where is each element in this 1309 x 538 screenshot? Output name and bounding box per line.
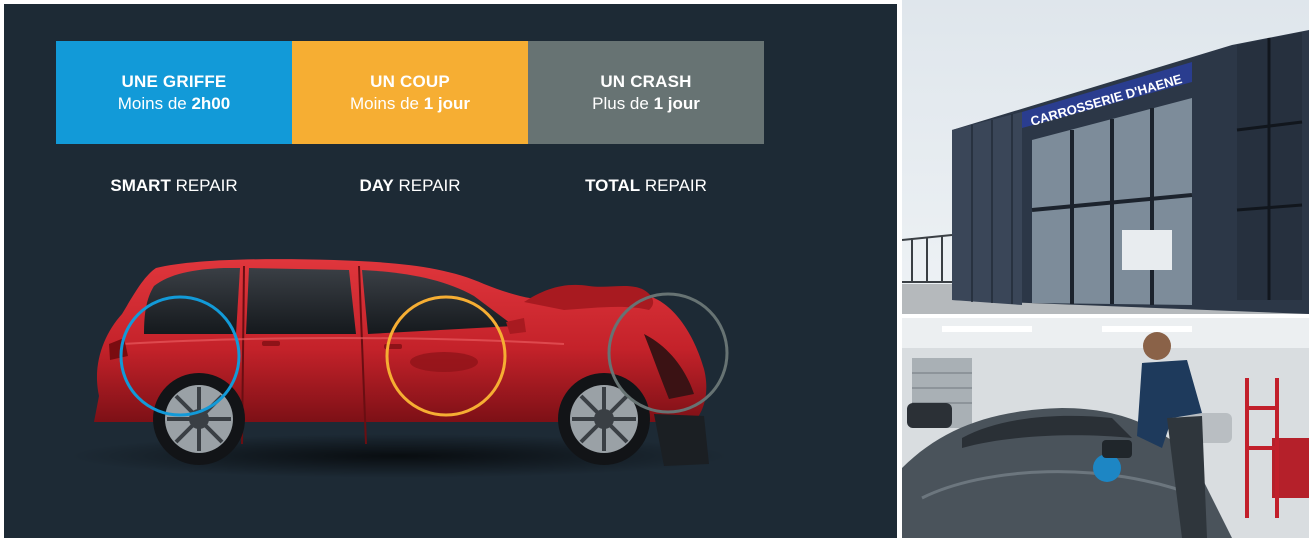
repair-infographic: UNE GRIFFE Moins de 2h00 UN COUP Moins d… [0, 0, 1309, 538]
body-shop-building-photo: CARROSSERIE D'HAENE [902, 0, 1309, 314]
workshop-polishing-photo [902, 318, 1309, 538]
damaged-car-image [69, 259, 729, 478]
front-wheel [558, 373, 650, 465]
repair-panel: UNE GRIFFE Moins de 2h00 UN COUP Moins d… [4, 4, 897, 538]
